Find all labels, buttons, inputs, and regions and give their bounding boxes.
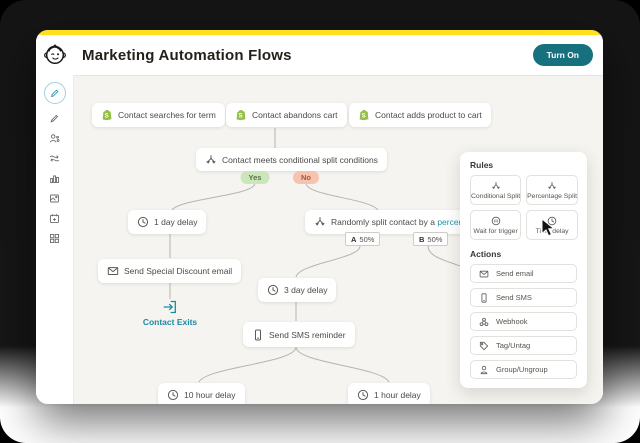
tile-label: Send email <box>496 269 534 278</box>
tag-icon <box>479 341 489 350</box>
node-label: Contact adds product to cart <box>375 110 482 120</box>
action-tile-group-ungroup[interactable]: Group/Ungroup <box>470 360 577 379</box>
rule-tile-conditional-split[interactable]: Conditional Split <box>470 175 522 205</box>
node-label: 3 day delay <box>284 285 328 295</box>
split-icon <box>491 181 500 189</box>
webhook-icon <box>479 317 489 326</box>
tile-label: Webhook <box>496 317 528 326</box>
shopify-icon <box>359 110 369 121</box>
send-sms-node[interactable]: Send SMS reminder <box>243 322 355 347</box>
send-email-node[interactable]: Send Special Discount email <box>98 259 242 283</box>
split-icon <box>315 217 325 226</box>
tile-label: Percentage Split <box>527 192 577 200</box>
tile-label: Wait for trigger <box>473 227 518 235</box>
delay-10hour-node[interactable]: 10 hour delay <box>158 383 245 404</box>
node-label: Randomly split contact by a percentage <box>331 217 480 227</box>
split-icon <box>206 154 216 163</box>
clock-icon <box>167 389 179 401</box>
rules-grid: Conditional Split Percentage Split Wait … <box>470 175 578 240</box>
actions-section-title: Actions <box>470 249 502 259</box>
page-background: Marketing Automation Flows Turn On Conta… <box>0 0 640 443</box>
action-tile-send-email[interactable]: Send email <box>470 264 577 283</box>
action-tile-send-sms[interactable]: Send SMS <box>470 288 577 307</box>
rule-tile-wait-for-trigger[interactable]: Wait for trigger <box>470 210 522 240</box>
node-label: 1 hour delay <box>374 390 421 400</box>
shopify-icon <box>236 110 246 121</box>
rule-tile-percentage-split[interactable]: Percentage Split <box>526 175 578 205</box>
node-label: 10 hour delay <box>184 390 236 400</box>
tile-label: Tag/Untag <box>496 341 531 350</box>
node-label: 1 day delay <box>154 217 198 227</box>
delay-1hour-node[interactable]: 1 hour delay <box>348 383 430 404</box>
trigger-node-abandons-cart[interactable]: Contact abandons cart <box>226 103 347 127</box>
no-branch-badge[interactable]: No <box>293 171 319 184</box>
tile-label: Group/Ungroup <box>496 365 548 374</box>
tile-label: Conditional Split <box>471 192 521 200</box>
actions-list: Send email Send SMS Webhook Tag/Untag Gr… <box>470 264 577 379</box>
branch-a-badge[interactable]: A 50% <box>345 232 381 246</box>
node-label: Send Special Discount email <box>124 266 233 276</box>
node-label: Send SMS reminder <box>269 329 346 340</box>
shopify-icon <box>102 110 112 121</box>
phone-icon <box>481 292 487 303</box>
blocks-panel: Rules Conditional Split Percentage Split… <box>460 152 587 388</box>
split-icon <box>548 181 556 189</box>
yes-branch-badge[interactable]: Yes <box>240 171 270 184</box>
branch-b-badge[interactable]: B 50% <box>413 232 449 246</box>
delay-3day-node[interactable]: 3 day delay <box>258 278 337 302</box>
trigger-node-search[interactable]: Contact searches for term <box>92 103 225 127</box>
envelope-icon <box>107 267 119 275</box>
rules-section-title: Rules <box>470 160 494 170</box>
node-label: Contact searches for term <box>118 110 216 120</box>
delay-1day-node[interactable]: 1 day delay <box>128 210 207 234</box>
action-tile-tag-untag[interactable]: Tag/Untag <box>470 336 577 355</box>
node-label: Contact meets conditional split conditio… <box>222 154 378 165</box>
node-label: Contact abandons cart <box>252 110 338 120</box>
app-window: Marketing Automation Flows Turn On Conta… <box>36 30 603 404</box>
envelope-icon <box>479 270 489 277</box>
pause-icon <box>491 216 500 225</box>
tile-label: Send SMS <box>496 293 532 302</box>
phone-icon <box>255 329 261 340</box>
conditional-split-node[interactable]: Contact meets conditional split conditio… <box>196 148 387 171</box>
trigger-node-adds-product[interactable]: Contact adds product to cart <box>349 103 491 127</box>
contact-exits-label: Contact Exits <box>142 317 198 327</box>
action-tile-webhook[interactable]: Webhook <box>470 312 577 331</box>
clock-icon <box>357 389 369 401</box>
mouse-cursor-icon <box>541 218 555 237</box>
person-icon <box>480 365 488 374</box>
clock-icon <box>137 216 149 228</box>
exit-icon <box>163 300 176 314</box>
clock-icon <box>267 284 279 296</box>
